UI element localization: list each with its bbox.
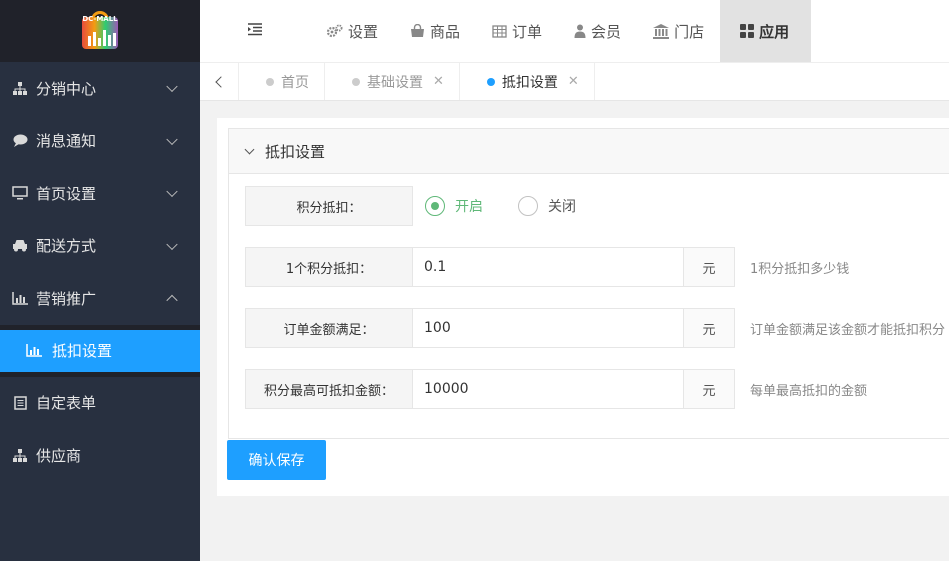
- deduction-panel: 抵扣设置 积分抵扣： 开启 关闭 1个积分抵扣： 0.1 元 1积分抵扣多少钱 …: [228, 128, 949, 439]
- sidebar-item-label: 供应商: [36, 446, 82, 465]
- radio-checked-icon: [425, 196, 445, 216]
- field-hint: 1积分抵扣多少钱: [750, 261, 850, 277]
- form-icon: [11, 395, 29, 411]
- sidebar-item-notifications[interactable]: 消息通知: [0, 115, 200, 168]
- unit-suffix: 元: [684, 369, 735, 409]
- tab-scroll-left-button[interactable]: [200, 63, 239, 100]
- radio-disable[interactable]: 关闭: [518, 186, 576, 226]
- bank-icon: [653, 23, 670, 39]
- menu-indent-icon: [247, 22, 263, 40]
- user-icon: [574, 24, 586, 38]
- logo[interactable]: DC-MALL: [80, 11, 120, 51]
- chevron-left-icon: [215, 75, 227, 88]
- chevron-down-icon: [166, 238, 178, 250]
- unit-suffix: 元: [684, 247, 735, 287]
- nav-label: 会员: [591, 22, 622, 41]
- tab-label: 抵扣设置: [501, 74, 558, 91]
- nav-label: 商品: [430, 22, 461, 41]
- min-order-input[interactable]: 100: [413, 308, 684, 348]
- unit-suffix: 元: [684, 308, 735, 348]
- close-icon[interactable]: ✕: [433, 74, 444, 89]
- chevron-up-icon: [166, 294, 178, 307]
- nav-label: 应用: [759, 22, 790, 41]
- sitemap-icon: [11, 80, 29, 96]
- shopping-bag-icon: [410, 24, 425, 38]
- tab-dot: [266, 77, 274, 86]
- sidebar-subitem-deduction-settings[interactable]: 抵扣设置: [0, 329, 200, 372]
- sidebar-item-delivery[interactable]: 配送方式: [0, 220, 200, 273]
- field-label: 1个积分抵扣：: [245, 247, 413, 287]
- gears-icon: [326, 24, 343, 38]
- nav-apps[interactable]: 应用: [720, 0, 812, 62]
- points-rate-input[interactable]: 0.1: [413, 247, 684, 287]
- sidebar-item-label: 首页设置: [36, 184, 97, 203]
- chat-bubble-icon: [11, 133, 29, 149]
- sidebar: DC-MALL 分销中心 消息通知 首页设置 配送方式 营销推广 抵扣设置 自定…: [0, 0, 200, 561]
- radio-label: 关闭: [548, 199, 576, 215]
- nav-products[interactable]: 商品: [394, 0, 476, 62]
- sidebar-item-homepage-settings[interactable]: 首页设置: [0, 167, 200, 220]
- max-deduction-row: 积分最高可抵扣金额： 10000 元 每单最高抵扣的金额: [245, 369, 867, 409]
- table-icon: [492, 24, 507, 38]
- chevron-down-icon: [244, 144, 255, 154]
- sidebar-subitem-label: 抵扣设置: [52, 342, 113, 360]
- menu-toggle-button[interactable]: [200, 0, 310, 62]
- car-icon: [11, 238, 29, 254]
- nav-orders[interactable]: 订单: [476, 0, 558, 62]
- tab-home[interactable]: 首页: [239, 63, 325, 100]
- tab-deduction-settings[interactable]: 抵扣设置 ✕: [460, 63, 595, 100]
- sidebar-item-label: 配送方式: [36, 237, 97, 256]
- chevron-down-icon: [166, 133, 178, 145]
- min-order-row: 订单金额满足： 100 元 订单金额满足该金额才能抵扣积分: [245, 308, 945, 348]
- monitor-icon: [11, 185, 29, 201]
- panel-header[interactable]: 抵扣设置: [229, 129, 949, 174]
- sidebar-item-label: 营销推广: [36, 289, 97, 308]
- sidebar-menu: 分销中心 消息通知 首页设置 配送方式 营销推广 抵扣设置 自定表单 供应商: [0, 62, 200, 482]
- field-hint: 每单最高抵扣的金额: [750, 383, 868, 399]
- chevron-down-icon: [166, 185, 178, 198]
- nav-label: 门店: [674, 22, 705, 41]
- sidebar-item-marketing[interactable]: 营销推广: [0, 272, 200, 325]
- max-deduction-input[interactable]: 10000: [413, 369, 684, 409]
- logo-text: DC-MALL: [82, 15, 118, 23]
- field-label: 积分最高可抵扣金额：: [245, 369, 413, 409]
- field-label: 订单金额满足：: [245, 308, 413, 348]
- sidebar-item-suppliers[interactable]: 供应商: [0, 429, 200, 482]
- logo-area: DC-MALL: [0, 0, 200, 62]
- sidebar-item-distribution[interactable]: 分销中心: [0, 62, 200, 115]
- chevron-down-icon: [166, 80, 178, 93]
- points-deduction-row: 积分抵扣： 开启 关闭: [245, 186, 576, 226]
- bar-chart-icon: [11, 290, 29, 306]
- field-label: 积分抵扣：: [245, 186, 413, 226]
- save-button[interactable]: 确认保存: [227, 440, 326, 480]
- tab-label: 首页: [281, 74, 309, 91]
- nav-members[interactable]: 会员: [558, 0, 637, 62]
- bar-chart-icon: [26, 344, 44, 357]
- sidebar-item-custom-forms[interactable]: 自定表单: [0, 377, 200, 430]
- radio-enable[interactable]: 开启: [425, 186, 483, 226]
- points-rate-row: 1个积分抵扣： 0.1 元 1积分抵扣多少钱: [245, 247, 849, 287]
- top-nav: 设置 商品 订单 会员 门店 应用: [200, 0, 949, 62]
- sidebar-item-label: 分销中心: [36, 79, 97, 98]
- radio-label: 开启: [455, 199, 483, 215]
- radio-unchecked-icon: [518, 196, 538, 216]
- tab-label: 基础设置: [367, 74, 423, 91]
- marketing-submenu: 抵扣设置: [0, 324, 200, 377]
- nav-label: 订单: [512, 22, 543, 41]
- panel-title: 抵扣设置: [265, 142, 326, 161]
- content-card: 抵扣设置 积分抵扣： 开启 关闭 1个积分抵扣： 0.1 元 1积分抵扣多少钱 …: [217, 118, 949, 496]
- close-icon[interactable]: ✕: [568, 74, 579, 89]
- field-hint: 订单金额满足该金额才能抵扣积分: [750, 322, 946, 338]
- sidebar-item-label: 自定表单: [36, 394, 97, 413]
- tab-bar: 首页 基础设置 ✕ 抵扣设置 ✕: [200, 62, 949, 101]
- tab-dot: [486, 77, 495, 86]
- grid-icon: [740, 24, 755, 38]
- nav-settings[interactable]: 设置: [310, 0, 394, 62]
- tab-basic-settings[interactable]: 基础设置 ✕: [325, 63, 460, 100]
- sitemap-icon: [11, 447, 29, 463]
- tab-dot: [352, 77, 360, 86]
- nav-stores[interactable]: 门店: [637, 0, 720, 62]
- nav-label: 设置: [348, 22, 379, 41]
- sidebar-item-label: 消息通知: [36, 132, 97, 151]
